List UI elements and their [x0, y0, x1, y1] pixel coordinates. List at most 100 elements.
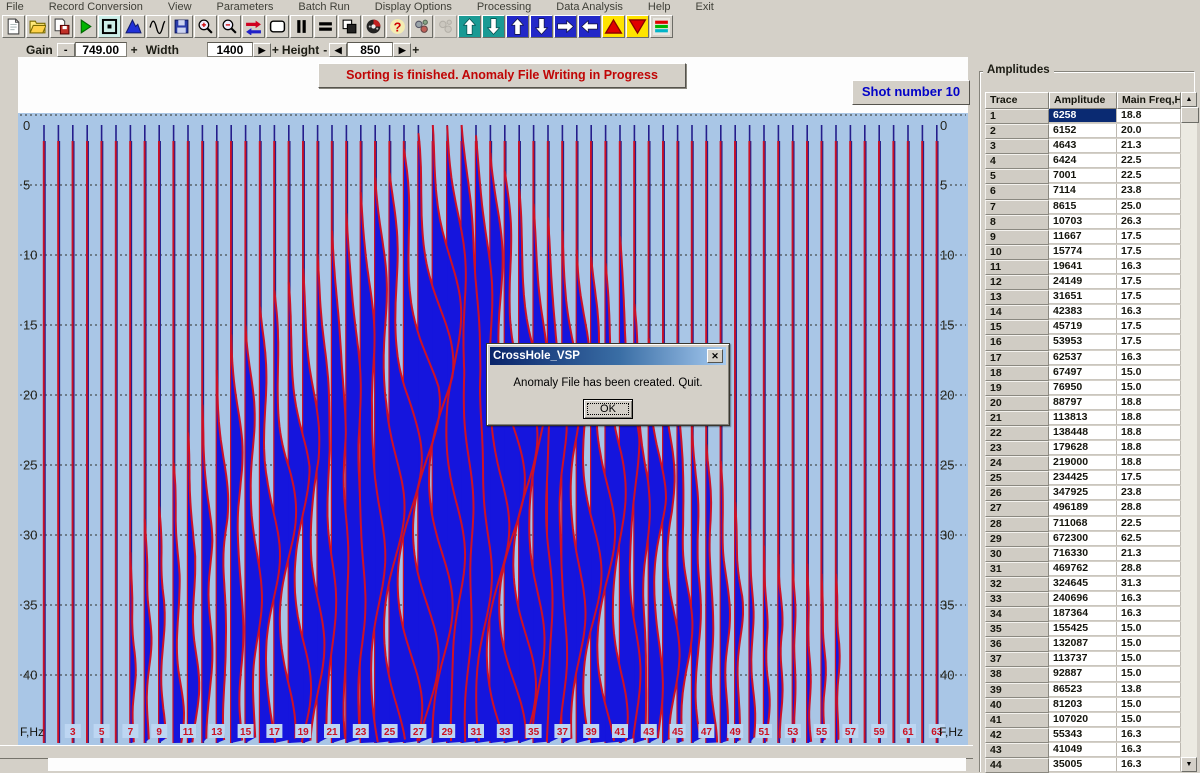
amplitude-cell[interactable]: 62537 — [1049, 351, 1117, 365]
main-freq-cell[interactable]: 17.5 — [1117, 335, 1181, 349]
trace-number-cell[interactable]: 31 — [985, 562, 1049, 577]
amplitude-cell[interactable]: 67497 — [1049, 366, 1117, 380]
amplitude-cell[interactable]: 4643 — [1049, 139, 1117, 153]
process-gears-button[interactable] — [410, 15, 433, 38]
trace-number-cell[interactable]: 39 — [985, 683, 1049, 698]
trace-number-cell[interactable]: 4 — [985, 154, 1049, 169]
menu-item-file[interactable]: File — [6, 1, 24, 13]
trace-number-cell[interactable]: 12 — [985, 275, 1049, 290]
width-increase-label[interactable]: + — [271, 43, 280, 57]
trace-number-cell[interactable]: 42 — [985, 728, 1049, 743]
amplitude-cell[interactable]: 496189 — [1049, 501, 1117, 515]
seismic-trace-plot[interactable]: 0055101015152020252530303535404035791113… — [18, 113, 968, 745]
process-gears-disabled-button[interactable] — [434, 15, 457, 38]
main-freq-cell[interactable]: 22.5 — [1117, 154, 1181, 168]
main-freq-cell[interactable]: 16.3 — [1117, 743, 1181, 757]
menu-item-display-options[interactable]: Display Options — [375, 1, 452, 13]
height-increase-label[interactable]: + — [411, 43, 420, 57]
width-value-field[interactable] — [207, 42, 253, 57]
gain-decrease-button[interactable]: - — [57, 43, 75, 57]
main-freq-cell[interactable]: 16.3 — [1117, 728, 1181, 742]
main-freq-cell[interactable]: 17.5 — [1117, 290, 1181, 304]
amplitude-cell[interactable]: 19641 — [1049, 260, 1117, 274]
amplitude-cell[interactable]: 15774 — [1049, 245, 1117, 259]
stop-display-button[interactable] — [98, 15, 121, 38]
open-folder-button[interactable] — [26, 15, 49, 38]
trace-number-cell[interactable]: 8 — [985, 215, 1049, 230]
up-arrow-blue-button[interactable] — [506, 15, 529, 38]
pause-button[interactable] — [290, 15, 313, 38]
triangle-up-red-button[interactable] — [602, 15, 625, 38]
trace-number-cell[interactable]: 13 — [985, 290, 1049, 305]
amplitude-cell[interactable]: 324645 — [1049, 577, 1117, 591]
amplitude-cell[interactable]: 6424 — [1049, 154, 1117, 168]
amplitude-cell[interactable]: 81203 — [1049, 698, 1117, 712]
amplitude-cell[interactable]: 711068 — [1049, 517, 1117, 531]
main-freq-cell[interactable]: 15.0 — [1117, 637, 1181, 651]
main-freq-cell[interactable]: 15.0 — [1117, 698, 1181, 712]
equal-bars-button[interactable] — [314, 15, 337, 38]
amplitude-cell[interactable]: 8615 — [1049, 200, 1117, 214]
film-disc-button[interactable] — [362, 15, 385, 38]
main-freq-cell[interactable]: 18.8 — [1117, 441, 1181, 455]
trace-number-cell[interactable]: 7 — [985, 200, 1049, 215]
column-header-trace[interactable]: Trace — [985, 92, 1049, 109]
save-button[interactable] — [170, 15, 193, 38]
trace-number-cell[interactable]: 34 — [985, 607, 1049, 622]
amplitude-cell[interactable]: 240696 — [1049, 592, 1117, 606]
main-freq-cell[interactable]: 16.3 — [1117, 305, 1181, 319]
trace-number-cell[interactable]: 38 — [985, 667, 1049, 682]
trace-number-cell[interactable]: 35 — [985, 622, 1049, 637]
amplitude-cell[interactable]: 138448 — [1049, 426, 1117, 440]
triangle-down-red-button[interactable] — [626, 15, 649, 38]
amplitude-cell[interactable]: 107020 — [1049, 713, 1117, 727]
height-next-button[interactable]: ▶ — [393, 43, 411, 57]
trace-number-cell[interactable]: 14 — [985, 305, 1049, 320]
help-button[interactable]: ? — [386, 15, 409, 38]
main-freq-cell[interactable]: 17.5 — [1117, 245, 1181, 259]
scroll-up-button[interactable]: ▲ — [1181, 92, 1197, 107]
trace-number-cell[interactable]: 20 — [985, 396, 1049, 411]
amplitude-cell[interactable]: 11667 — [1049, 230, 1117, 244]
menu-item-help[interactable]: Help — [648, 1, 671, 13]
height-prev-button[interactable]: ◀ — [329, 43, 347, 57]
trace-number-cell[interactable]: 36 — [985, 637, 1049, 652]
main-freq-cell[interactable]: 16.3 — [1117, 260, 1181, 274]
menu-item-view[interactable]: View — [168, 1, 192, 13]
amplitude-cell[interactable]: 24149 — [1049, 275, 1117, 289]
amplitude-cell[interactable]: 672300 — [1049, 532, 1117, 546]
trace-number-cell[interactable]: 28 — [985, 517, 1049, 532]
main-freq-cell[interactable]: 20.0 — [1117, 124, 1181, 138]
main-freq-cell[interactable]: 15.0 — [1117, 366, 1181, 380]
amplitude-cell[interactable]: 113813 — [1049, 411, 1117, 425]
zoom-in-button[interactable] — [194, 15, 217, 38]
main-freq-cell[interactable]: 21.3 — [1117, 139, 1181, 153]
main-freq-cell[interactable]: 22.5 — [1117, 169, 1181, 183]
main-freq-cell[interactable]: 28.8 — [1117, 562, 1181, 576]
menu-item-processing[interactable]: Processing — [477, 1, 531, 13]
wiggle-trace-button[interactable] — [146, 15, 169, 38]
trace-number-cell[interactable]: 25 — [985, 471, 1049, 486]
new-file-button[interactable] — [2, 15, 25, 38]
main-freq-cell[interactable]: 16.3 — [1117, 592, 1181, 606]
amplitude-spectrum-button[interactable] — [122, 15, 145, 38]
gain-value-field[interactable] — [75, 42, 127, 57]
menu-item-parameters[interactable]: Parameters — [217, 1, 274, 13]
zoom-out-button[interactable] — [218, 15, 241, 38]
left-arrow-blue-button[interactable] — [578, 15, 601, 38]
amplitude-cell[interactable]: 469762 — [1049, 562, 1117, 576]
scrollbar-thumb[interactable] — [1181, 107, 1199, 123]
save-record-as-button[interactable] — [50, 15, 73, 38]
amplitude-cell[interactable]: 53953 — [1049, 335, 1117, 349]
main-freq-cell[interactable]: 16.3 — [1117, 351, 1181, 365]
amplitude-cell[interactable]: 6152 — [1049, 124, 1117, 138]
trace-number-cell[interactable]: 43 — [985, 743, 1049, 758]
main-freq-cell[interactable]: 13.8 — [1117, 683, 1181, 697]
main-freq-cell[interactable]: 15.0 — [1117, 381, 1181, 395]
amplitude-cell[interactable]: 86523 — [1049, 683, 1117, 697]
main-freq-cell[interactable]: 15.0 — [1117, 622, 1181, 636]
run-button[interactable] — [74, 15, 97, 38]
main-freq-cell[interactable]: 17.5 — [1117, 230, 1181, 244]
amplitude-cell[interactable]: 7114 — [1049, 184, 1117, 198]
trace-number-cell[interactable]: 6 — [985, 184, 1049, 199]
